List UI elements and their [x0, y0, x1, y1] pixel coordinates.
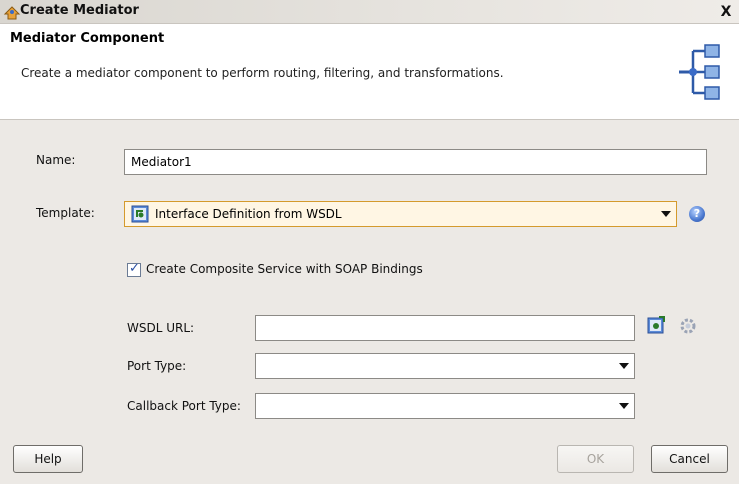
chevron-down-icon [619, 363, 629, 369]
cancel-button[interactable]: Cancel [651, 445, 728, 473]
mediator-routing-icon [679, 44, 720, 100]
window-title: Create Mediator [20, 3, 139, 18]
header-description: Create a mediator component to perform r… [21, 66, 504, 80]
ok-button[interactable]: OK [557, 445, 634, 473]
create-composite-checkbox[interactable]: ✓ [127, 261, 141, 277]
name-field[interactable]: Mediator1 [124, 149, 707, 175]
create-composite-checkbox-label: Create Composite Service with SOAP Bindi… [146, 262, 423, 276]
close-button[interactable]: X [717, 3, 735, 21]
checkmark-icon: ✓ [129, 261, 140, 276]
template-dropdown[interactable]: Interface Definition from WSDL [124, 201, 677, 227]
mediator-app-icon [3, 6, 21, 20]
port-type-dropdown[interactable] [255, 353, 635, 379]
chevron-down-icon [661, 211, 671, 217]
callback-port-type-label: Callback Port Type: [127, 399, 241, 413]
wsdl-url-field[interactable] [255, 315, 635, 341]
template-selected-value: Interface Definition from WSDL [155, 207, 342, 221]
chevron-down-icon [619, 403, 629, 409]
wsdl-url-label: WSDL URL: [127, 321, 195, 335]
browse-wsdl-icon[interactable] [647, 316, 665, 334]
name-label: Name: [36, 153, 76, 167]
callback-port-type-dropdown[interactable] [255, 393, 635, 419]
template-label: Template: [36, 206, 95, 220]
wsdl-document-icon [131, 205, 149, 223]
port-type-label: Port Type: [127, 359, 187, 373]
help-icon[interactable]: ? [689, 206, 705, 222]
help-button[interactable]: Help [13, 445, 83, 473]
gear-icon[interactable] [679, 317, 697, 335]
title-bar[interactable]: Create Mediator X [0, 0, 739, 24]
create-mediator-dialog: Create Mediator X Mediator Component Cre… [0, 0, 739, 484]
header-title: Mediator Component [10, 31, 165, 46]
